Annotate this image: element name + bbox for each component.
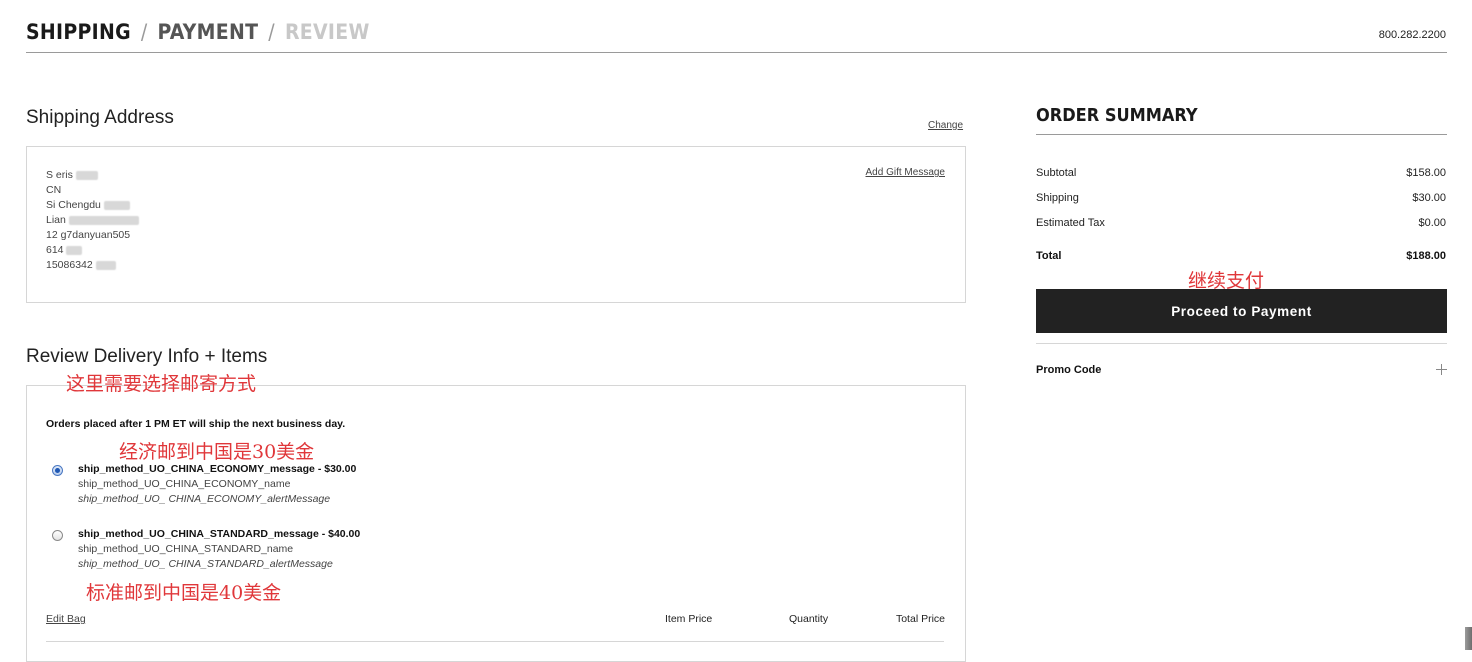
option-message: ship_method_UO_CHINA_ECONOMY_message - $…	[78, 463, 357, 475]
shipping-address-title: Shipping Address	[26, 107, 174, 128]
checkout-steps: SHIPPING / PAYMENT / REVIEW	[26, 20, 370, 44]
col-quantity: Quantity	[789, 613, 829, 625]
add-gift-message-link[interactable]: Add Gift Message	[866, 167, 945, 178]
delivery-box: Orders placed after 1 PM ET will ship th…	[26, 385, 966, 662]
option-alert: ship_method_UO_ CHINA_STANDARD_alertMess…	[78, 558, 333, 570]
total-label: Total	[1036, 250, 1062, 262]
items-divider	[46, 641, 944, 642]
header-divider	[26, 52, 1447, 53]
address-postcode: 614	[46, 243, 139, 258]
address-country: CN	[46, 184, 62, 196]
annotation-choose-method: 这里需要选择邮寄方式	[66, 373, 257, 395]
address-phone: 15086342	[46, 258, 139, 273]
annotation-economy: 经济邮到中国是30美金	[119, 441, 315, 463]
address-city: Si Chengdu	[46, 198, 139, 213]
step-review: REVIEW	[284, 20, 370, 44]
support-phone: 800.282.2200	[1378, 29, 1446, 41]
shipping-label: Shipping	[1036, 192, 1079, 204]
col-item-price: Item Price	[665, 613, 713, 625]
redaction	[95, 260, 116, 270]
redaction	[103, 200, 130, 210]
option-alert: ship_method_UO_ CHINA_ECONOMY_alertMessa…	[78, 493, 331, 505]
radio-economy-icon[interactable]	[52, 465, 63, 476]
address-building: 12 g7danyuan505	[46, 229, 131, 241]
redaction	[68, 215, 139, 225]
proceed-to-payment-button[interactable]: Proceed to Payment	[1036, 289, 1447, 333]
tax-label: Estimated Tax	[1036, 217, 1105, 229]
col-total-price: Total Price	[895, 613, 945, 625]
scrollbar-thumb[interactable]	[1465, 627, 1472, 650]
option-name: ship_method_UO_CHINA_STANDARD_name	[78, 543, 294, 555]
step-separator: /	[268, 20, 275, 44]
order-summary-divider	[1036, 134, 1447, 135]
promo-code-label: Promo Code	[1036, 364, 1102, 376]
plus-icon[interactable]	[1436, 364, 1447, 375]
address-name: S eris	[46, 168, 139, 183]
subtotal-label: Subtotal	[1036, 167, 1077, 179]
redaction	[75, 170, 98, 180]
annotation-standard: 标准邮到中国是40美金	[86, 582, 282, 604]
tax-value: $0.00	[1418, 217, 1446, 229]
shipping-option-standard[interactable]: ship_method_UO_CHINA_STANDARD_message - …	[78, 527, 360, 572]
total-value: $188.00	[1406, 250, 1446, 262]
radio-standard-icon[interactable]	[52, 530, 63, 541]
shipping-value: $30.00	[1412, 192, 1446, 204]
redaction	[66, 245, 83, 255]
address-street: Lian	[46, 213, 139, 228]
change-address-link[interactable]: Change	[928, 120, 963, 131]
step-payment[interactable]: PAYMENT	[158, 20, 259, 44]
step-shipping[interactable]: SHIPPING	[26, 20, 131, 44]
step-separator: /	[140, 20, 148, 44]
subtotal-value: $158.00	[1406, 167, 1446, 179]
option-message: ship_method_UO_CHINA_STANDARD_message - …	[78, 528, 361, 540]
edit-bag-link[interactable]: Edit Bag	[46, 613, 86, 625]
shipping-option-economy[interactable]: ship_method_UO_CHINA_ECONOMY_message - $…	[78, 462, 356, 507]
review-delivery-title: Review Delivery Info + Items	[26, 346, 268, 367]
promo-code-toggle[interactable]: Promo Code	[1036, 356, 1447, 384]
address-lines: S eris CN Si Chengdu Lian 12 g7danyuan50…	[46, 168, 139, 273]
option-name: ship_method_UO_CHINA_ECONOMY_name	[78, 478, 291, 490]
promo-divider	[1036, 343, 1447, 344]
shipping-notice: Orders placed after 1 PM ET will ship th…	[46, 418, 346, 430]
order-summary-title: ORDER SUMMARY	[1036, 105, 1198, 126]
address-box: Add Gift Message S eris CN Si Chengdu Li…	[26, 146, 966, 303]
